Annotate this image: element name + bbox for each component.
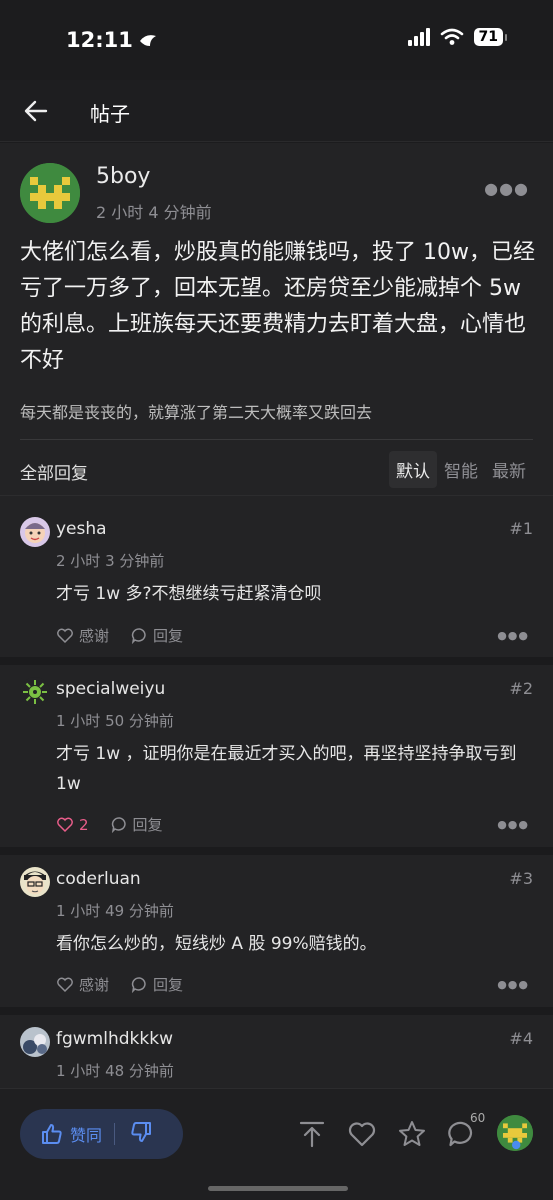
- reply-username[interactable]: coderluan: [56, 869, 141, 889]
- reply-button[interactable]: 回复: [131, 974, 183, 995]
- clock-text: 12:11: [66, 28, 133, 52]
- heart-icon: [57, 628, 73, 643]
- heart-icon: [57, 817, 73, 832]
- reply-avatar[interactable]: [20, 1027, 50, 1057]
- more-options-icon[interactable]: ●●●: [484, 179, 529, 198]
- back-arrow-icon[interactable]: [22, 97, 50, 125]
- thumbs-down-icon: [131, 1122, 152, 1142]
- reply-body: 才亏 1w 多?不想继续亏赶紧清仓呗: [56, 584, 322, 604]
- disagree-button[interactable]: [115, 1120, 153, 1148]
- pixel-avatar-icon: [497, 1115, 533, 1151]
- sort-default-button[interactable]: 默认: [389, 451, 437, 488]
- reply-username[interactable]: yesha: [56, 519, 107, 539]
- reply-separator: [0, 1007, 553, 1015]
- wifi-icon: [440, 28, 463, 45]
- thanks-count: 2: [79, 815, 89, 834]
- sort-options: 默认 智能 最新: [389, 451, 533, 488]
- sleep-focus-icon: [139, 35, 156, 46]
- sort-latest-button[interactable]: 最新: [485, 451, 533, 488]
- reply-item: yesha #1 2 小时 3 分钟前 才亏 1w 多?不想继续亏赶紧清仓呗 感…: [0, 517, 553, 657]
- reply-actions: 感谢 回复: [56, 625, 183, 646]
- reply-separator: [0, 847, 553, 855]
- cellular-signal-icon: [407, 28, 430, 46]
- status-icons: 71: [407, 28, 508, 46]
- reply-floor-number: #2: [509, 679, 533, 698]
- scroll-to-top-icon[interactable]: [297, 1119, 327, 1149]
- cartoon-face-glasses-icon: [20, 867, 50, 897]
- photo-avatar-icon: [20, 1027, 50, 1057]
- post-time: 2 小时 4 分钟前: [96, 203, 212, 222]
- star-icon[interactable]: [397, 1119, 427, 1149]
- reply-actions: 感谢 回复: [56, 974, 183, 995]
- reply-floor-number: #4: [509, 1029, 533, 1048]
- current-user-avatar[interactable]: [497, 1115, 533, 1151]
- divider: [20, 439, 533, 440]
- author-avatar[interactable]: [20, 163, 80, 223]
- comment-count: 60: [470, 1111, 486, 1125]
- thanks-label: 感谢: [79, 976, 110, 994]
- thanks-button[interactable]: 2: [56, 814, 89, 835]
- reply-time: 1 小时 49 分钟前: [56, 902, 174, 920]
- thanks-button[interactable]: 感谢: [56, 625, 109, 646]
- reply-time: 1 小时 50 分钟前: [56, 712, 174, 730]
- reply-body: 看你怎么炒的，短线炒 A 股 99%赔钱的。: [56, 934, 377, 954]
- reply-username[interactable]: specialweiyu: [56, 679, 165, 699]
- comment-icon: [131, 628, 146, 644]
- smiling-cartoon-face-icon: [20, 517, 50, 547]
- author-name[interactable]: 5boy: [96, 164, 150, 189]
- status-time: 12:11: [66, 28, 159, 52]
- heart-icon: [57, 977, 73, 992]
- reply-label: 回复: [153, 627, 184, 645]
- reply-avatar[interactable]: [20, 867, 50, 897]
- comment-icon: [131, 977, 146, 993]
- bottom-action-bar: 赞同 60: [0, 1088, 553, 1200]
- pixel-avatar-icon: [20, 163, 80, 223]
- reply-time: 2 小时 3 分钟前: [56, 552, 165, 570]
- reply-label: 回复: [132, 816, 163, 834]
- sort-smart-button[interactable]: 智能: [437, 451, 485, 488]
- reply-floor-number: #1: [509, 519, 533, 538]
- reply-button[interactable]: 回复: [111, 814, 163, 835]
- reply-item: fgwmlhdkkkw #4 1 小时 48 分钟前: [0, 1027, 553, 1097]
- page-title: 帖子: [90, 102, 130, 126]
- reply-more-icon[interactable]: ●●●: [497, 978, 529, 991]
- reply-avatar[interactable]: [20, 517, 50, 547]
- vote-pill: 赞同: [20, 1109, 183, 1159]
- divider: [0, 495, 553, 496]
- post-subtitle: 每天都是丧丧的，就算涨了第二天大概率又跌回去: [20, 403, 373, 422]
- comment-icon: [111, 817, 126, 833]
- reply-avatar[interactable]: [20, 677, 50, 707]
- reply-label: 回复: [153, 976, 184, 994]
- reply-actions: 2 回复: [56, 814, 163, 835]
- agree-label: 赞同: [70, 1126, 103, 1145]
- green-virus-icon: [20, 677, 50, 707]
- agree-button[interactable]: 赞同: [20, 1122, 102, 1146]
- reply-button[interactable]: 回复: [131, 625, 183, 646]
- nav-bar: 帖子: [0, 80, 553, 142]
- reply-more-icon[interactable]: ●●●: [497, 818, 529, 831]
- status-bar: 12:11 71: [0, 0, 553, 80]
- reply-floor-number: #3: [509, 869, 533, 888]
- reply-body: 才亏 1w ，证明你是在最近才买入的吧，再坚持坚持争取亏到 1w: [56, 744, 517, 794]
- thanks-label: 感谢: [79, 627, 110, 645]
- battery-indicator: 71: [473, 28, 508, 46]
- replies-header: 全部回复: [20, 464, 88, 484]
- post-container: 5boy 2 小时 4 分钟前 ●●● 大佬们怎么看，炒股真的能赚钱吗，投了 1…: [0, 143, 553, 1200]
- thumbs-up-icon: [42, 1124, 62, 1144]
- reply-time: 1 小时 48 分钟前: [56, 1062, 174, 1080]
- thanks-button[interactable]: 感谢: [56, 974, 109, 995]
- reply-more-icon[interactable]: ●●●: [497, 629, 529, 642]
- home-indicator: [208, 1186, 348, 1191]
- heart-icon[interactable]: [347, 1119, 377, 1149]
- reply-item: coderluan #3 1 小时 49 分钟前 看你怎么炒的，短线炒 A 股 …: [0, 867, 553, 1007]
- post-title: 大佬们怎么看，炒股真的能赚钱吗，投了 10w，已经亏了一万多了，回本无望。还房贷…: [20, 240, 535, 373]
- reply-username[interactable]: fgwmlhdkkkw: [56, 1029, 173, 1049]
- reply-item: specialweiyu #2 1 小时 50 分钟前 才亏 1w ，证明你是在…: [0, 677, 553, 849]
- reply-separator: [0, 657, 553, 665]
